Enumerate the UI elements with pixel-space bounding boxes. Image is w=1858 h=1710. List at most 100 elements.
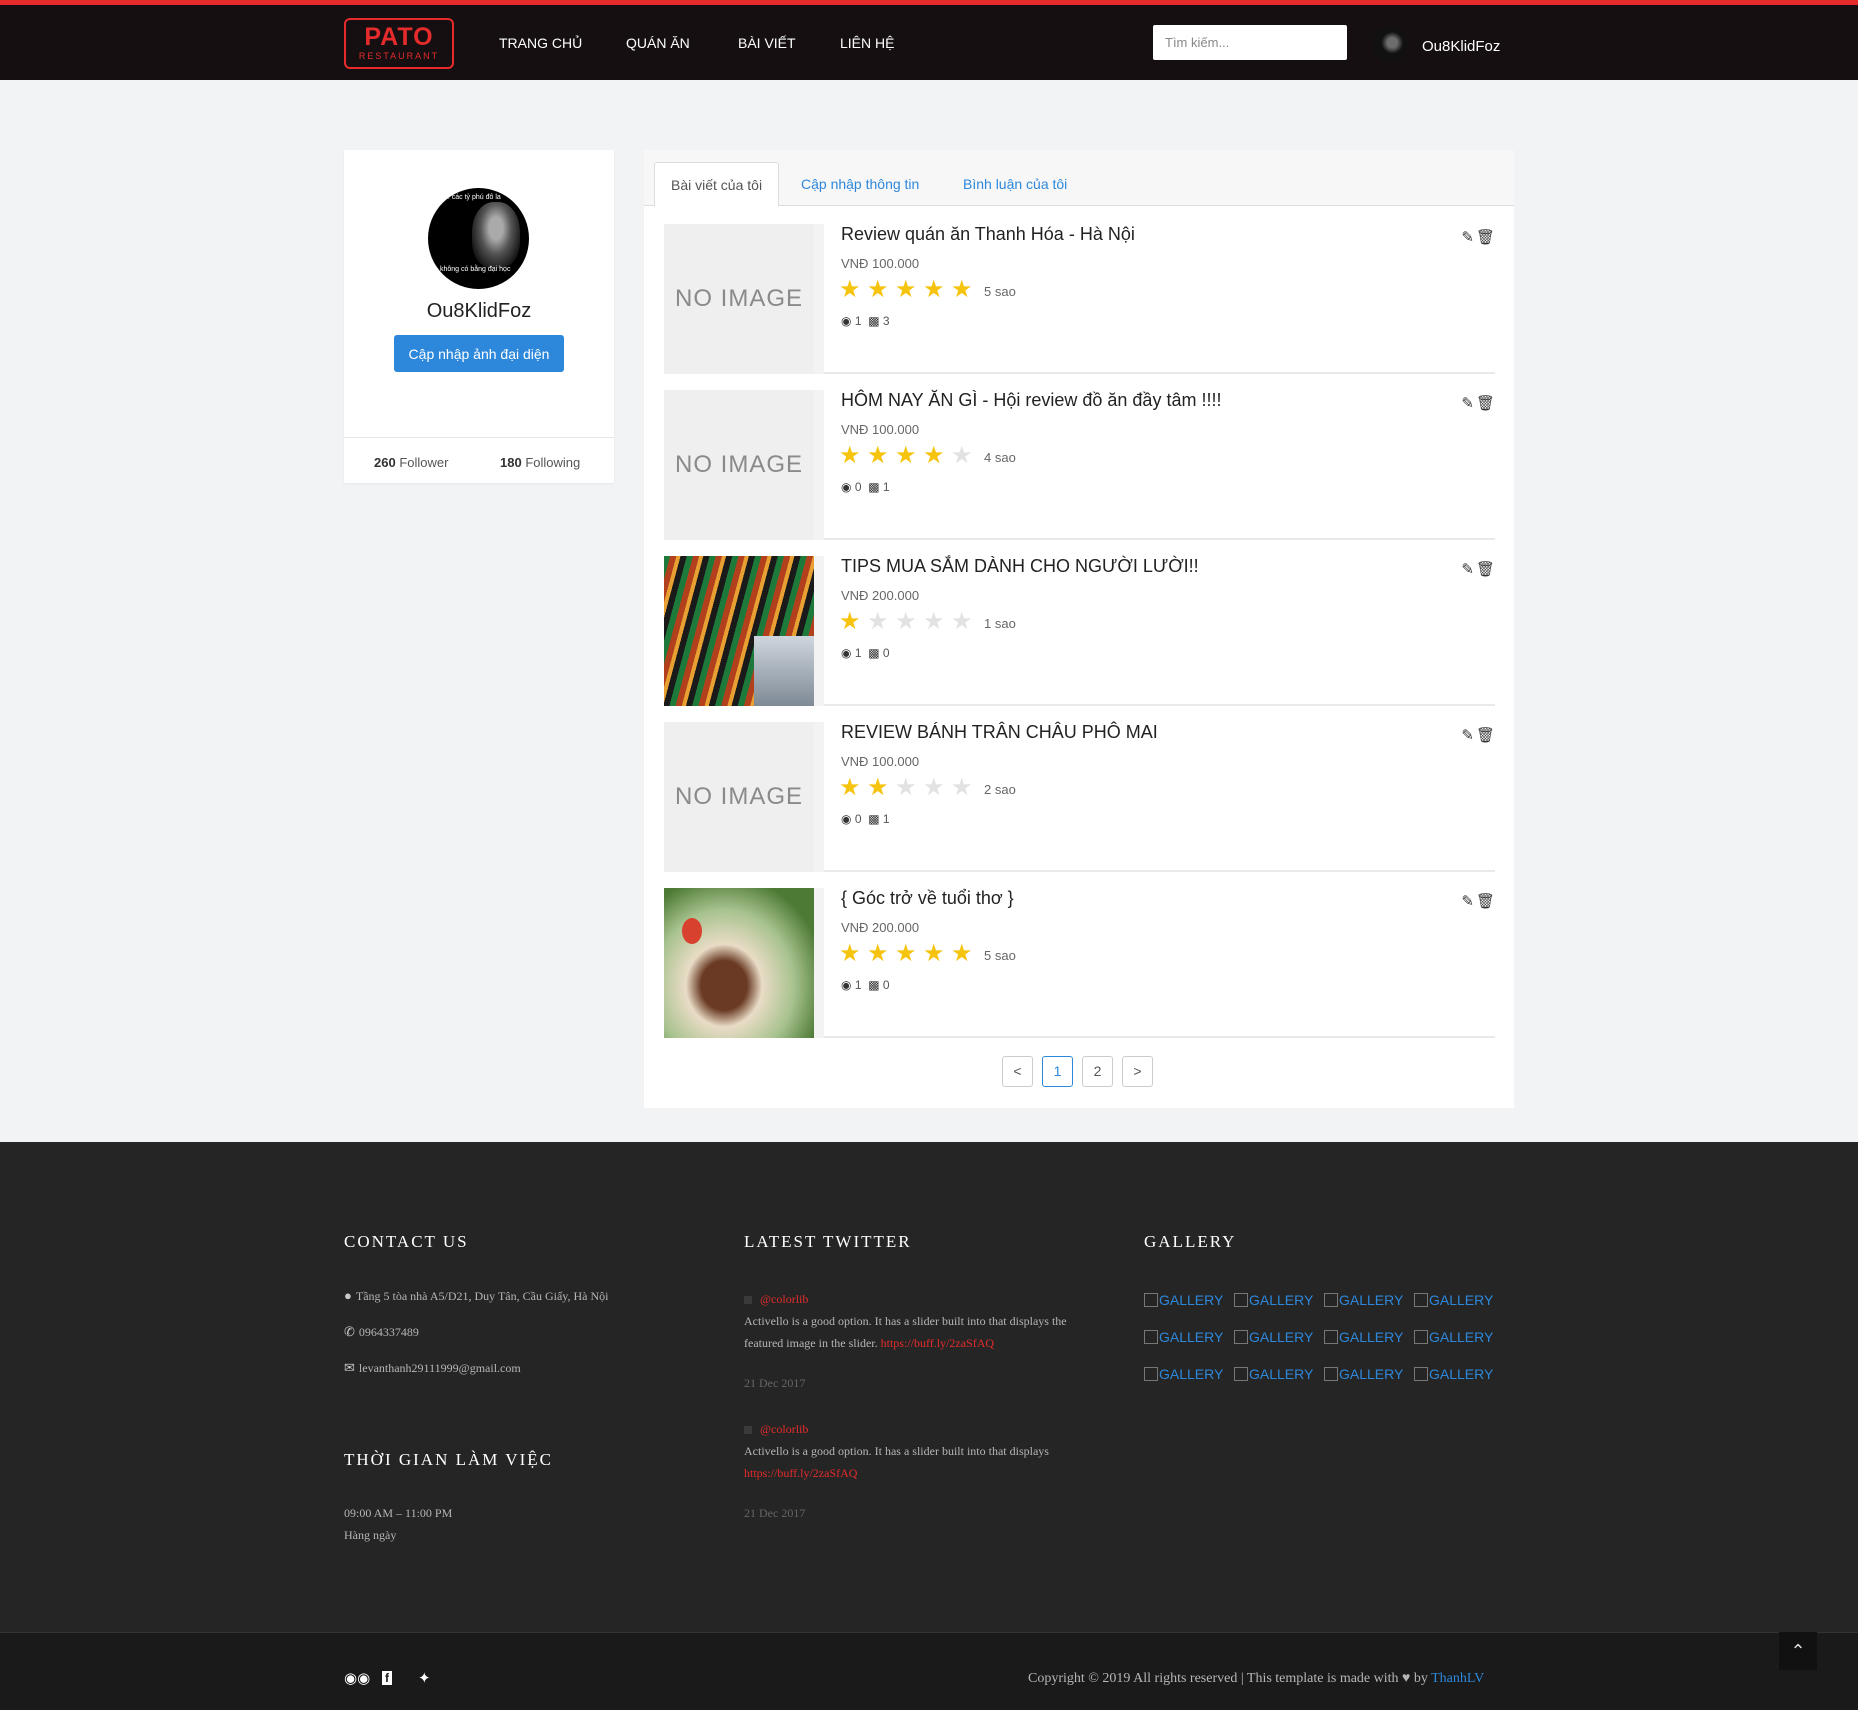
user-avatar-small[interactable] [1373,27,1408,62]
avatar-portrait [472,202,520,268]
back-to-top-button[interactable]: ⌃ [1779,1632,1817,1670]
post-thumbnail[interactable] [664,556,814,706]
comment-icon: ▩ [868,978,880,992]
edit-icon[interactable]: ✎ [1461,229,1474,246]
comment-count: 0 [882,978,890,992]
gallery-image[interactable]: GALLERY [1144,1366,1223,1382]
gallery-image[interactable]: GALLERY [1414,1329,1493,1345]
star-icon: ★ [923,442,945,469]
post-item[interactable]: { Góc trở về tuổi thơ } VNĐ 200.000 ★ ★ ★ ★ ★ 5… [664,888,1495,1038]
view-count: 1 [854,646,862,660]
nav-contact[interactable]: LIÊN HỆ [840,35,894,51]
update-avatar-button[interactable]: Cập nhập ảnh đại diện [394,335,564,372]
gallery-image[interactable]: GALLERY [1234,1366,1313,1382]
trash-icon[interactable]: 🗑 [1476,727,1495,744]
edit-icon[interactable]: ✎ [1461,561,1474,578]
no-image-placeholder: NO IMAGE [674,285,803,312]
edit-icon[interactable]: ✎ [1461,395,1474,412]
gallery-image[interactable]: GALLERY [1234,1292,1313,1308]
post-actions: ✎ 🗑 [1459,560,1495,578]
post-stats: ◉ 0 ▩ 1 [841,812,890,826]
tab-update-info[interactable]: Cập nhập thông tin [785,162,935,207]
pagination-page-1[interactable]: 1 [1042,1056,1073,1087]
tweet-handle[interactable]: @colorlib [744,1292,808,1307]
post-title[interactable]: HÔM NAY ĂN GÌ - Hội review đồ ăn đầy tâm… [841,390,1221,411]
following-stat[interactable]: 180 Following [500,455,580,470]
twitter-avatar-icon [744,1426,752,1435]
followers-stat[interactable]: 260 Follower [374,455,448,470]
view-count: 0 [854,480,862,494]
post-item[interactable]: NO IMAGE REVIEW BÁNH TRÂN CHÂU PHÔ MAI VNĐ… [664,722,1495,872]
post-title[interactable]: { Góc trở về tuổi thơ } [841,888,1014,909]
gallery-image[interactable]: GALLERY [1414,1366,1493,1382]
tab-my-posts[interactable]: Bài viết của tôi [654,162,780,207]
star-icon: ★ [895,940,917,967]
author-link[interactable]: ThanhLV [1431,1671,1484,1686]
broken-image-icon [1234,1367,1248,1381]
profile-tabs: Bài viết của tôi Cập nhập thông tin Bình… [644,150,1514,207]
tweet-text-cont: featured image in the slider. https://bu… [744,1336,995,1350]
star-icon: ★ [839,442,861,469]
no-image-placeholder: NO IMAGE [674,451,803,478]
pagination-next[interactable]: > [1122,1056,1153,1087]
nav-posts[interactable]: BÀI VIẾT [738,35,796,51]
post-title[interactable]: TIPS MUA SẮM DÀNH CHO NGƯỜI LƯỜI!! [841,556,1199,577]
tweet-date: 21 Dec 2017 [744,1376,806,1390]
tweet-link[interactable]: https://buff.ly/2zaSfAQ [744,1466,857,1481]
nav-restaurants[interactable]: QUÁN ĂN [626,35,690,51]
footer-bottom-bar: ◉◉ f ✦ Copyright © 2019 All rights reser… [0,1632,1858,1710]
user-menu-name[interactable]: Ou8KlidFoz [1422,38,1500,55]
tab-my-comments[interactable]: Bình luận của tôi [947,162,1083,207]
gallery-image[interactable]: GALLERY [1324,1329,1403,1345]
comment-icon: ▩ [868,812,880,826]
gallery-image[interactable]: GALLERY [1324,1292,1403,1308]
star-icon: ★ [951,442,973,469]
search-input[interactable] [1153,25,1347,60]
tweet-handle[interactable]: @colorlib [744,1422,808,1437]
edit-icon[interactable]: ✎ [1461,727,1474,744]
phone-icon: ✆ [344,1324,355,1339]
tweet-link[interactable]: https://buff.ly/2zaSfAQ [881,1336,994,1350]
gallery-image[interactable]: GALLERY [1324,1366,1403,1382]
post-price: VNĐ 100.000 [841,422,920,437]
post-item[interactable]: NO IMAGE Review quán ăn Thanh Hóa - Hà Nộ… [664,224,1495,374]
star-icon: ★ [895,774,917,801]
nav-home[interactable]: TRANG CHỦ [499,35,582,51]
post-thumbnail[interactable]: NO IMAGE [664,390,814,540]
post-title[interactable]: REVIEW BÁNH TRÂN CHÂU PHÔ MAI [841,722,1158,743]
broken-image-icon [1144,1330,1158,1344]
twitter-icon[interactable]: ✦ [418,1669,431,1687]
trash-icon[interactable]: 🗑 [1476,893,1495,910]
pagination-prev[interactable]: < [1002,1056,1033,1087]
tripadvisor-icon[interactable]: ◉◉ [344,1669,370,1687]
post-thumbnail[interactable] [664,888,814,1038]
star-rating: ★ ★ ★ ★ ★ [839,610,979,634]
gallery-image[interactable]: GALLERY [1234,1329,1313,1345]
post-item[interactable]: TIPS MUA SẮM DÀNH CHO NGƯỜI LƯỜI!! VNĐ 20… [664,556,1495,706]
gallery-image[interactable]: GALLERY [1414,1292,1493,1308]
hours-heading: THỜI GIAN LÀM VIỆC [344,1450,553,1469]
contact-email[interactable]: ✉ levanthanh29111999@gmail.com [344,1360,521,1376]
pagination-page-2[interactable]: 2 [1082,1056,1113,1087]
logo[interactable]: PATO RESTAURANT [344,18,454,69]
edit-icon[interactable]: ✎ [1461,893,1474,910]
gallery-image[interactable]: GALLERY [1144,1329,1223,1345]
gallery-image[interactable]: GALLERY [1144,1292,1223,1308]
post-thumbnail[interactable]: NO IMAGE [664,722,814,872]
hours-time: 09:00 AM – 11:00 PM [344,1506,453,1520]
trash-icon[interactable]: 🗑 [1476,561,1495,578]
gallery-heading: GALLERY [1144,1232,1237,1251]
twitter-avatar-icon [744,1296,752,1305]
star-icon: ★ [839,940,861,967]
trash-icon[interactable]: 🗑 [1476,395,1495,412]
post-thumbnail[interactable]: NO IMAGE [664,224,814,374]
thumbnail-divider [814,722,824,872]
posts-panel: Bài viết của tôi Cập nhập thông tin Bình… [644,150,1514,1108]
following-count: 180 [500,455,522,470]
thumbnail-divider [814,556,824,706]
facebook-icon[interactable]: f [382,1669,392,1686]
post-title[interactable]: Review quán ăn Thanh Hóa - Hà Nội [841,224,1135,245]
trash-icon[interactable]: 🗑 [1476,229,1495,246]
post-item[interactable]: NO IMAGE HÔM NAY ĂN GÌ - Hội review đồ ăn… [664,390,1495,540]
post-price: VNĐ 200.000 [841,588,920,603]
